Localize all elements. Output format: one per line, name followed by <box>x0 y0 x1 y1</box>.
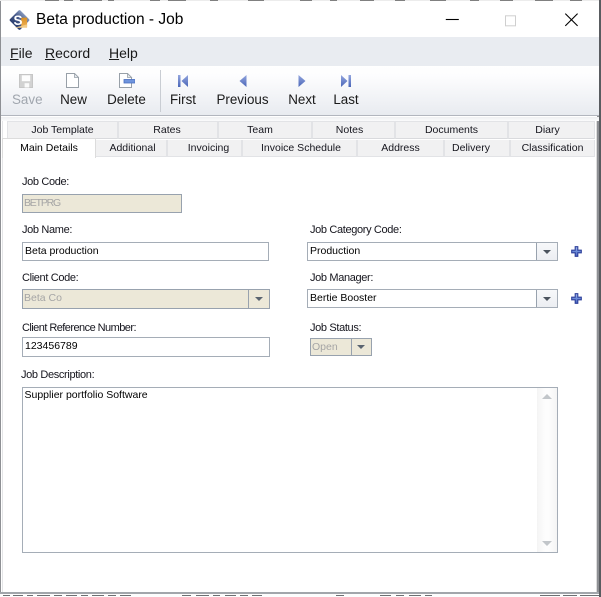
svg-text:S: S <box>13 13 22 28</box>
